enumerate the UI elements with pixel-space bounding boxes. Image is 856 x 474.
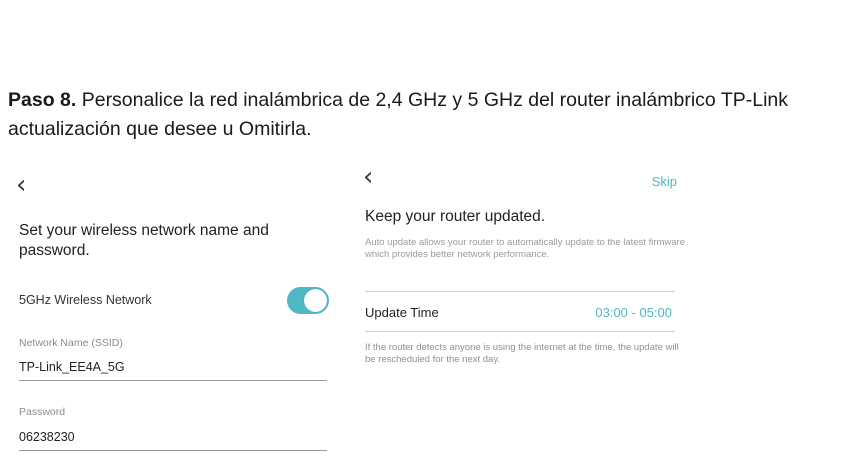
screen-title: Keep your router updated. xyxy=(365,208,546,225)
reschedule-note: If the router detects anyone is using th… xyxy=(365,342,679,365)
instruction-line-1: Paso 8. Personalice la red inalámbrica d… xyxy=(8,86,856,115)
screen-title: Set your wireless network name and passw… xyxy=(19,222,269,259)
ssid-label: Network Name (SSID) xyxy=(19,337,123,349)
instruction-line-1-text: Personalice la red inalámbrica de 2,4 GH… xyxy=(76,89,788,111)
5ghz-wireless-toggle[interactable] xyxy=(287,287,329,314)
password-label: Password xyxy=(19,406,66,418)
5ghz-toggle-label: 5GHz Wireless Network xyxy=(19,293,152,307)
update-description: Auto update allows your router to automa… xyxy=(365,237,686,260)
divider xyxy=(365,291,675,292)
router-update-screen: ‹ Skip Keep your router updated. Auto up… xyxy=(355,160,695,474)
page: Paso 8. Personalice la red inalámbrica d… xyxy=(0,0,856,474)
skip-button[interactable]: Skip xyxy=(652,174,677,189)
chevron-left-icon[interactable]: ‹ xyxy=(16,172,26,198)
divider xyxy=(365,331,675,332)
instruction-text: Paso 8. Personalice la red inalámbrica d… xyxy=(8,86,856,144)
chevron-left-icon[interactable]: ‹ xyxy=(363,164,373,190)
update-time-value[interactable]: 03:00 - 05:00 xyxy=(595,305,672,320)
password-field[interactable]: 06238230 xyxy=(19,430,327,451)
wireless-settings-screen: ‹ Set your wireless network name and pas… xyxy=(0,160,340,474)
update-time-label: Update Time xyxy=(365,305,439,320)
step-number: Paso 8. xyxy=(8,89,77,111)
instruction-line-2: actualización que desee u Omitirla. xyxy=(8,118,312,140)
toggle-knob xyxy=(304,289,327,312)
ssid-field[interactable]: TP-Link_EE4A_5G xyxy=(19,360,327,381)
